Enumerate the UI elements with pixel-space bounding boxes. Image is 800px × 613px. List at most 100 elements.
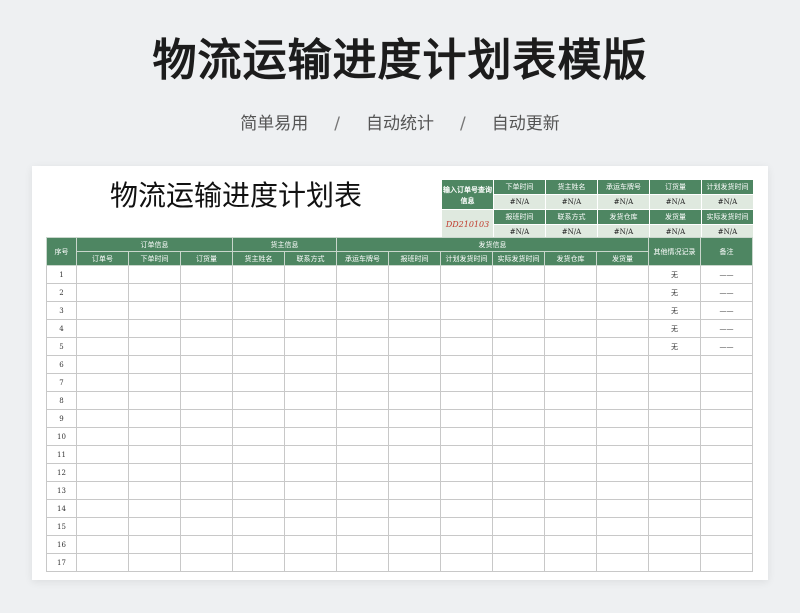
- data-cell[interactable]: [76, 499, 129, 518]
- data-cell[interactable]: [440, 283, 493, 302]
- other-notes-cell[interactable]: [648, 355, 701, 374]
- other-notes-cell[interactable]: [648, 445, 701, 464]
- data-cell[interactable]: [596, 265, 649, 284]
- data-cell[interactable]: [544, 265, 597, 284]
- data-cell[interactable]: [596, 409, 649, 428]
- data-cell[interactable]: [284, 409, 337, 428]
- data-cell[interactable]: [492, 373, 545, 392]
- data-cell[interactable]: [232, 283, 285, 302]
- data-cell[interactable]: [336, 355, 389, 374]
- data-cell[interactable]: [284, 319, 337, 338]
- data-cell[interactable]: [284, 517, 337, 536]
- order-number-input[interactable]: DD210103: [441, 209, 494, 240]
- data-cell[interactable]: [440, 553, 493, 572]
- other-notes-cell[interactable]: 无: [648, 337, 701, 356]
- data-cell[interactable]: [440, 445, 493, 464]
- data-cell[interactable]: [232, 481, 285, 500]
- data-cell[interactable]: [544, 319, 597, 338]
- other-notes-cell[interactable]: [648, 535, 701, 554]
- data-cell[interactable]: [492, 337, 545, 356]
- data-cell[interactable]: [284, 535, 337, 554]
- data-cell[interactable]: [128, 265, 181, 284]
- remark-cell[interactable]: [700, 499, 753, 518]
- data-cell[interactable]: [128, 391, 181, 410]
- data-cell[interactable]: [544, 553, 597, 572]
- data-cell[interactable]: [180, 319, 233, 338]
- data-cell[interactable]: [492, 301, 545, 320]
- data-cell[interactable]: [544, 301, 597, 320]
- data-cell[interactable]: [440, 427, 493, 446]
- data-cell[interactable]: [76, 409, 129, 428]
- data-cell[interactable]: [128, 301, 181, 320]
- data-cell[interactable]: [388, 517, 441, 536]
- data-cell[interactable]: [492, 445, 545, 464]
- remark-cell[interactable]: ——: [700, 337, 753, 356]
- data-cell[interactable]: [128, 553, 181, 572]
- data-cell[interactable]: [336, 517, 389, 536]
- other-notes-cell[interactable]: [648, 373, 701, 392]
- data-cell[interactable]: [284, 301, 337, 320]
- data-cell[interactable]: [284, 553, 337, 572]
- data-cell[interactable]: [232, 535, 285, 554]
- data-cell[interactable]: [596, 391, 649, 410]
- data-cell[interactable]: [544, 391, 597, 410]
- data-cell[interactable]: [180, 535, 233, 554]
- data-cell[interactable]: [180, 463, 233, 482]
- data-cell[interactable]: [232, 517, 285, 536]
- data-cell[interactable]: [232, 427, 285, 446]
- data-cell[interactable]: [128, 499, 181, 518]
- data-cell[interactable]: [492, 499, 545, 518]
- data-cell[interactable]: [492, 517, 545, 536]
- data-cell[interactable]: [180, 409, 233, 428]
- data-cell[interactable]: [128, 319, 181, 338]
- data-cell[interactable]: [388, 265, 441, 284]
- data-cell[interactable]: [336, 391, 389, 410]
- data-cell[interactable]: [76, 391, 129, 410]
- data-cell[interactable]: [128, 337, 181, 356]
- data-cell[interactable]: [544, 499, 597, 518]
- data-cell[interactable]: [284, 481, 337, 500]
- data-cell[interactable]: [492, 553, 545, 572]
- data-cell[interactable]: [492, 265, 545, 284]
- data-cell[interactable]: [76, 427, 129, 446]
- data-cell[interactable]: [180, 517, 233, 536]
- data-cell[interactable]: [440, 409, 493, 428]
- data-cell[interactable]: [544, 427, 597, 446]
- remark-cell[interactable]: [700, 391, 753, 410]
- remark-cell[interactable]: ——: [700, 301, 753, 320]
- data-cell[interactable]: [596, 355, 649, 374]
- data-cell[interactable]: [180, 265, 233, 284]
- remark-cell[interactable]: [700, 355, 753, 374]
- data-cell[interactable]: [180, 301, 233, 320]
- other-notes-cell[interactable]: [648, 427, 701, 446]
- data-cell[interactable]: [284, 391, 337, 410]
- data-cell[interactable]: [336, 265, 389, 284]
- other-notes-cell[interactable]: 无: [648, 265, 701, 284]
- data-cell[interactable]: [388, 409, 441, 428]
- data-cell[interactable]: [596, 337, 649, 356]
- data-cell[interactable]: [388, 301, 441, 320]
- other-notes-cell[interactable]: [648, 463, 701, 482]
- data-cell[interactable]: [232, 445, 285, 464]
- data-cell[interactable]: [284, 337, 337, 356]
- data-cell[interactable]: [180, 445, 233, 464]
- data-cell[interactable]: [388, 499, 441, 518]
- data-cell[interactable]: [596, 463, 649, 482]
- remark-cell[interactable]: [700, 445, 753, 464]
- data-cell[interactable]: [232, 499, 285, 518]
- data-cell[interactable]: [596, 481, 649, 500]
- data-cell[interactable]: [492, 463, 545, 482]
- data-cell[interactable]: [76, 319, 129, 338]
- data-cell[interactable]: [128, 445, 181, 464]
- data-cell[interactable]: [544, 283, 597, 302]
- data-cell[interactable]: [76, 553, 129, 572]
- data-cell[interactable]: [76, 445, 129, 464]
- data-cell[interactable]: [544, 373, 597, 392]
- other-notes-cell[interactable]: [648, 499, 701, 518]
- data-cell[interactable]: [440, 355, 493, 374]
- data-cell[interactable]: [388, 319, 441, 338]
- data-cell[interactable]: [128, 283, 181, 302]
- data-cell[interactable]: [336, 481, 389, 500]
- data-cell[interactable]: [544, 409, 597, 428]
- data-cell[interactable]: [180, 427, 233, 446]
